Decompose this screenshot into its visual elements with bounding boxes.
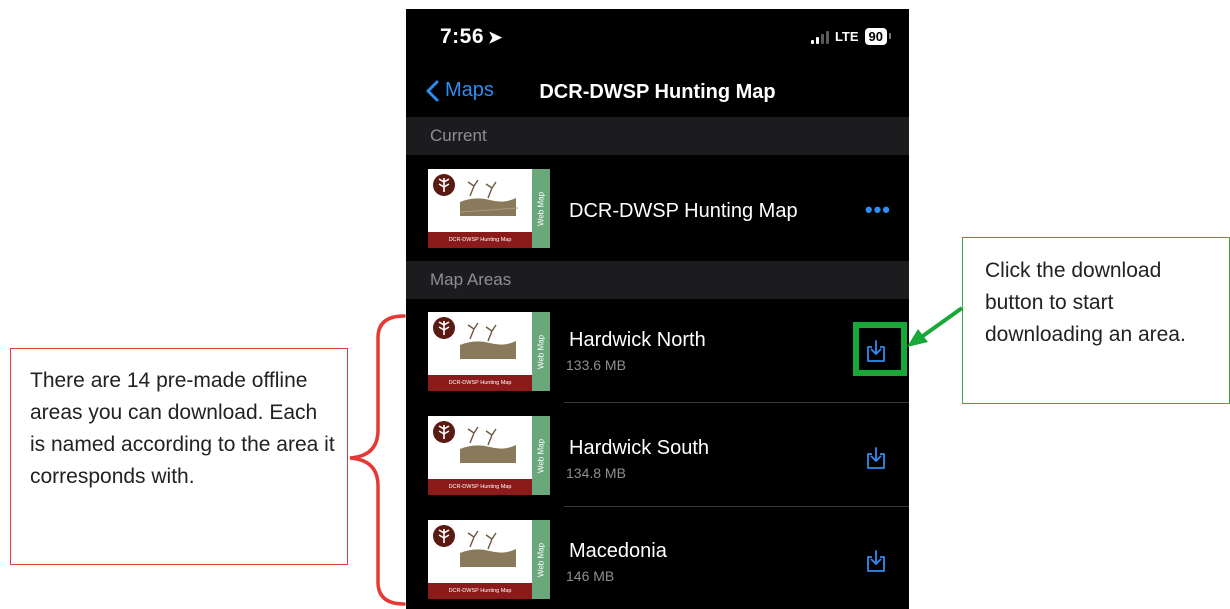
curly-bracket-icon [349,314,406,606]
annotation-overlay [349,306,964,606]
arrow-head-icon [907,329,928,347]
arrow-line [918,306,964,340]
